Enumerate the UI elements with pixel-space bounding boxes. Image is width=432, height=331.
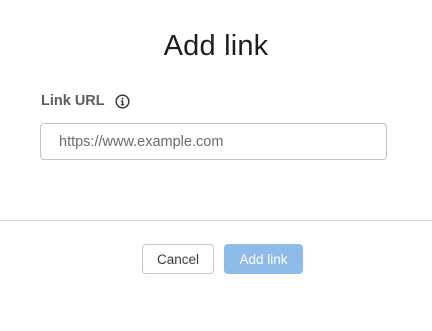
dialog-title: Add link (163, 30, 269, 62)
footer-divider (0, 220, 432, 221)
link-url-label: Link URL (41, 93, 105, 109)
add-link-dialog: Add link Link URL Cancel Add link (0, 0, 432, 331)
cancel-button[interactable]: Cancel (142, 244, 214, 274)
add-link-button[interactable]: Add link (224, 244, 303, 274)
link-url-label-row: Link URL (41, 91, 130, 111)
info-icon[interactable] (115, 93, 130, 109)
link-url-input[interactable] (40, 123, 387, 160)
